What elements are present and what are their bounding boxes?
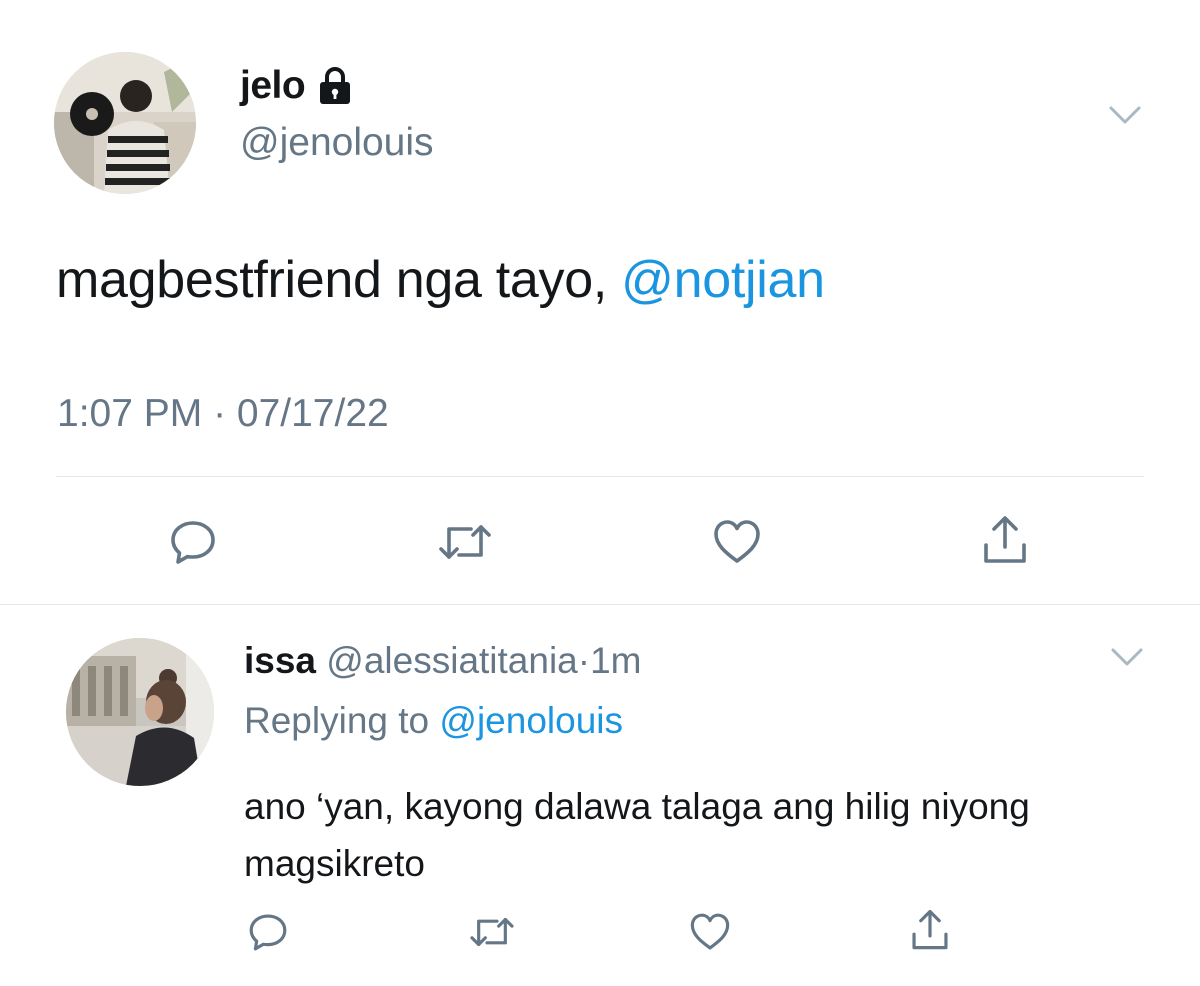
like-icon bbox=[712, 517, 762, 567]
author-name-row: jelo bbox=[240, 64, 353, 108]
share-button[interactable] bbox=[972, 508, 1038, 572]
author-handle[interactable]: @alessiatitania bbox=[326, 640, 577, 681]
avatar[interactable] bbox=[54, 52, 196, 194]
retweet-button[interactable] bbox=[430, 512, 500, 572]
like-icon bbox=[689, 911, 731, 953]
mention-link[interactable]: @notjian bbox=[621, 251, 825, 309]
share-button[interactable] bbox=[902, 902, 958, 958]
replying-to-line: Replying to @jenolouis bbox=[244, 700, 623, 742]
like-button[interactable] bbox=[704, 512, 770, 572]
tweet-text-body: magbestfriend nga tayo, bbox=[56, 251, 622, 309]
reply-time[interactable]: 1m bbox=[590, 640, 641, 681]
author-handle[interactable]: @jenolouis bbox=[240, 121, 434, 165]
reply-icon bbox=[247, 911, 289, 953]
replying-to-mention[interactable]: @jenolouis bbox=[439, 700, 623, 741]
display-name[interactable]: issa bbox=[244, 640, 316, 681]
share-icon bbox=[909, 907, 951, 953]
share-icon bbox=[980, 513, 1030, 567]
chevron-down-icon[interactable] bbox=[1110, 646, 1144, 668]
retweet-button[interactable] bbox=[462, 906, 522, 958]
display-name[interactable]: jelo bbox=[240, 64, 306, 108]
tweet-text: magbestfriend nga tayo, @notjian bbox=[56, 250, 825, 310]
separator-dot: · bbox=[577, 640, 591, 681]
tweet-timestamp[interactable]: 1:07 PM · 07/17/22 bbox=[57, 392, 389, 436]
reply-icon bbox=[168, 517, 218, 567]
divider bbox=[56, 476, 1144, 477]
lock-icon bbox=[317, 66, 353, 106]
retweet-icon bbox=[435, 517, 495, 567]
reply-button[interactable] bbox=[240, 906, 296, 958]
like-button[interactable] bbox=[682, 906, 738, 958]
reply-header: issa @alessiatitania·1m bbox=[244, 640, 642, 682]
chevron-down-icon[interactable] bbox=[1108, 104, 1142, 126]
reply-text: ano ‘yan, kayong dalawa talaga ang hilig… bbox=[244, 786, 1030, 884]
avatar[interactable] bbox=[66, 638, 214, 786]
divider bbox=[0, 604, 1200, 605]
reply-button[interactable] bbox=[160, 512, 226, 572]
replying-to-label: Replying to bbox=[244, 700, 440, 741]
retweet-icon bbox=[467, 911, 517, 953]
